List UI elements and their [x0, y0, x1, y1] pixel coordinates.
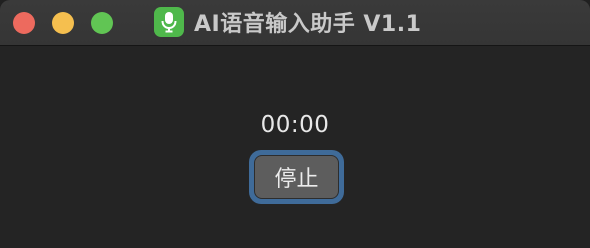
title-bar[interactable]: AI语音输入助手 V1.1 [0, 0, 590, 46]
stop-button-focus-ring: 停止 [249, 150, 344, 204]
window-title-group: AI语音输入助手 V1.1 [154, 6, 421, 38]
maximize-window-button[interactable] [91, 12, 113, 34]
minimize-window-button[interactable] [52, 12, 74, 34]
window-title: AI语音输入助手 V1.1 [194, 12, 422, 37]
recording-timer: 00:00 [260, 112, 330, 138]
main-content: 00:00 停止 [0, 46, 590, 248]
microphone-icon [154, 7, 184, 37]
stop-button[interactable]: 停止 [254, 155, 339, 199]
close-window-button[interactable] [13, 12, 35, 34]
app-window: AI语音输入助手 V1.1 00:00 停止 [0, 0, 590, 248]
